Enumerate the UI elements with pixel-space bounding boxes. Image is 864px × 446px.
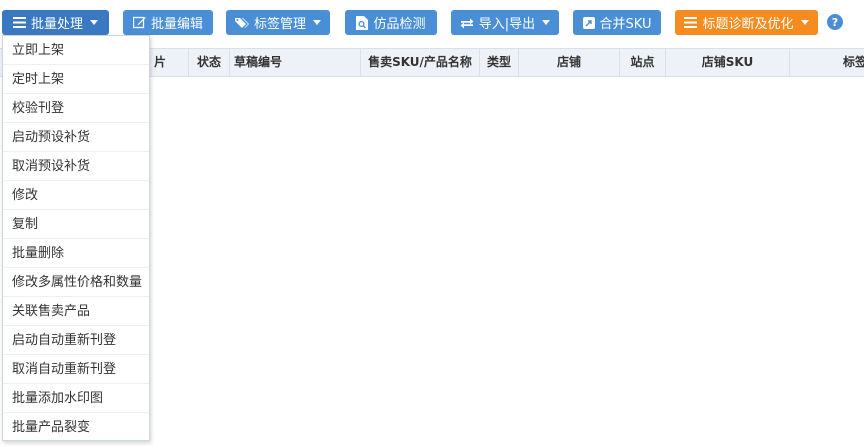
column-header-store: 店铺 <box>519 49 620 76</box>
counterfeit-check-button[interactable]: 仿品检测 <box>345 10 437 35</box>
title-optimize-label: 标题诊断及优化 <box>702 17 794 32</box>
title-optimize-button[interactable]: 标题诊断及优化 <box>675 10 818 35</box>
menu-item-cancel-preset-restock[interactable]: 取消预设补货 <box>3 152 149 181</box>
edit-icon <box>132 16 146 29</box>
merge-icon <box>582 16 595 29</box>
menu-item-validate-listing[interactable]: 校验刊登 <box>3 94 149 123</box>
tag-manage-label: 标签管理 <box>253 17 306 32</box>
chevron-down-icon <box>800 20 809 25</box>
menu-item-product-variation[interactable]: 批量产品裂变 <box>3 413 149 442</box>
list-icon <box>684 17 698 28</box>
menu-item-batch-delete[interactable]: 批量删除 <box>3 239 149 268</box>
merge-sku-button[interactable]: 合并SKU <box>573 10 661 35</box>
menu-item-modify[interactable]: 修改 <box>3 181 149 210</box>
menu-item-enable-preset-restock[interactable]: 启动预设补货 <box>3 123 149 152</box>
column-header-draft-id: 草稿编号 <box>230 49 361 76</box>
exchange-icon <box>460 18 474 28</box>
tag-manage-button[interactable]: 标签管理 <box>226 10 330 35</box>
column-header-tags: 标签 <box>843 55 864 69</box>
menu-item-enable-auto-relist[interactable]: 启动自动重新刊登 <box>3 326 149 355</box>
file-search-icon <box>356 15 369 30</box>
menu-item-publish-now[interactable]: 立即上架 <box>3 36 149 65</box>
chevron-down-icon <box>90 20 98 25</box>
menu-item-cancel-auto-relist[interactable]: 取消自动重新刊登 <box>3 355 149 384</box>
tags-icon <box>234 17 249 28</box>
batch-process-label: 批量处理 <box>30 17 83 32</box>
column-header-type: 类型 <box>480 49 519 76</box>
chevron-down-icon <box>542 20 551 25</box>
column-header-store-sku: 店铺SKU <box>666 49 790 76</box>
batch-process-dropdown-menu: 立即上架 定时上架 校验刊登 启动预设补货 取消预设补货 修改 复制 批量删除 … <box>2 35 150 441</box>
list-icon <box>12 17 26 28</box>
column-header-status: 状态 <box>189 49 230 76</box>
batch-edit-label: 批量编辑 <box>150 17 203 32</box>
menu-item-copy[interactable]: 复制 <box>3 210 149 239</box>
menu-item-link-sale-product[interactable]: 关联售卖产品 <box>3 297 149 326</box>
counterfeit-check-label: 仿品检测 <box>373 17 426 32</box>
merge-sku-label: 合并SKU <box>599 17 652 32</box>
batch-process-button[interactable]: 批量处理 <box>2 10 109 35</box>
menu-item-add-watermark[interactable]: 批量添加水印图 <box>3 384 149 413</box>
batch-edit-button[interactable]: 批量编辑 <box>123 10 213 35</box>
import-export-button[interactable]: 导入|导出 <box>451 10 559 35</box>
menu-item-scheduled-publish[interactable]: 定时上架 <box>3 65 149 94</box>
column-header-sku-product-name: 售卖SKU/产品名称 <box>361 49 480 76</box>
column-header-site: 站点 <box>620 49 666 76</box>
chevron-down-icon <box>313 20 321 25</box>
help-icon[interactable]: ? <box>827 14 843 30</box>
import-export-label: 导入|导出 <box>478 17 536 32</box>
menu-item-modify-variant-price-qty[interactable]: 修改多属性价格和数量 <box>3 268 149 297</box>
